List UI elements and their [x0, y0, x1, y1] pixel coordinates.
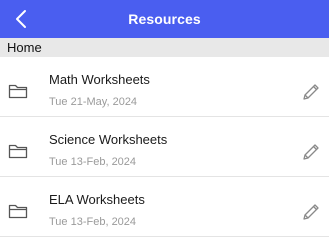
- list-item-ela-worksheets[interactable]: ELA Worksheets Tue 13-Feb, 2024: [0, 177, 329, 237]
- chevron-left-icon: [16, 10, 26, 28]
- pencil-icon[interactable]: [301, 142, 321, 162]
- list-item-science-worksheets[interactable]: Science Worksheets Tue 13-Feb, 2024: [0, 117, 329, 177]
- resource-list: Math Worksheets Tue 21-May, 2024 Science…: [0, 57, 329, 237]
- list-item-math-worksheets[interactable]: Math Worksheets Tue 21-May, 2024: [0, 57, 329, 117]
- folder-icon: [8, 84, 28, 99]
- item-date: Tue 13-Feb, 2024: [49, 156, 137, 168]
- page-title: Resources: [128, 11, 201, 27]
- pencil-icon[interactable]: [301, 82, 321, 102]
- nav-bar: Resources: [0, 0, 329, 38]
- folder-icon: [8, 144, 28, 159]
- item-title: Science Worksheets: [49, 132, 168, 147]
- item-title: Math Worksheets: [49, 72, 150, 87]
- pencil-icon[interactable]: [301, 202, 321, 222]
- section-label: Home: [7, 40, 42, 55]
- item-date: Tue 13-Feb, 2024: [49, 216, 137, 228]
- resources-screen: Resources Home Math Worksheets Tue 21-Ma…: [0, 0, 329, 247]
- section-header: Home: [0, 38, 329, 57]
- item-title: ELA Worksheets: [49, 192, 145, 207]
- folder-icon: [8, 204, 28, 219]
- item-date: Tue 21-May, 2024: [49, 96, 138, 108]
- back-button[interactable]: [10, 7, 32, 31]
